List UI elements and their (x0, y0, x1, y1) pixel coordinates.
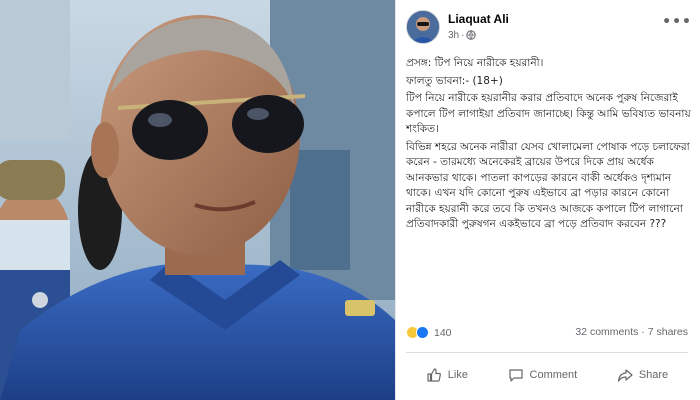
post-line: প্রসঙ্গ: টিপ নিয়ে নারীকে হয়রানী। (406, 57, 544, 69)
post-line: ফালতু ভাবনা:- (18+) (406, 74, 503, 87)
stats-separator: · (641, 326, 645, 338)
reactions-summary[interactable]: 140 (406, 326, 452, 339)
share-label: Share (638, 369, 669, 381)
shares-count[interactable]: 7 shares (648, 326, 688, 338)
post-stats: 140 32 comments · 7 shares (406, 326, 688, 344)
post-photo[interactable] (0, 0, 395, 400)
post-text: প্রসঙ্গ: টিপ নিয়ে নারীকে হয়রানী। ফালতু… (406, 56, 696, 235)
author-avatar[interactable] (406, 10, 440, 44)
police-officer-photo (0, 0, 395, 400)
like-reaction-icon (416, 326, 429, 339)
share-button[interactable]: Share (617, 367, 668, 383)
more-options-icon[interactable]: ••• (662, 14, 692, 30)
author-name[interactable]: Liaquat Ali (448, 12, 509, 26)
post-line: বিভিন্ন শহরে অনেক নারীরা যেসব খোলামেলা প… (406, 140, 690, 231)
post-line: টিপ নিয়ে নারীকে হয়রানীর করার প্রতিবাদে… (406, 92, 691, 135)
meta-separator: · (461, 30, 465, 41)
avatar-image-icon (407, 11, 439, 43)
like-button[interactable]: Like (426, 367, 468, 383)
action-bar: Like Comment Share (406, 360, 688, 390)
share-arrow-icon (617, 369, 633, 382)
reaction-count: 140 (434, 326, 452, 339)
like-label: Like (447, 369, 468, 381)
comment-button[interactable]: Comment (508, 367, 578, 383)
facebook-post: Liaquat Ali 3h · ••• প্রসঙ্গ: টিপ নিয়ে ন… (395, 0, 700, 400)
engagement-counts: 32 comments · 7 shares (575, 326, 688, 338)
post-time[interactable]: 3h (448, 30, 459, 41)
comment-icon (508, 369, 523, 382)
divider (406, 352, 688, 353)
thumbs-up-icon (427, 368, 441, 382)
comments-count[interactable]: 32 comments (575, 326, 638, 338)
globe-icon (466, 30, 477, 43)
post-header: Liaquat Ali 3h · ••• (406, 10, 692, 48)
comment-label: Comment (529, 369, 578, 381)
post-meta: 3h · (448, 30, 477, 43)
